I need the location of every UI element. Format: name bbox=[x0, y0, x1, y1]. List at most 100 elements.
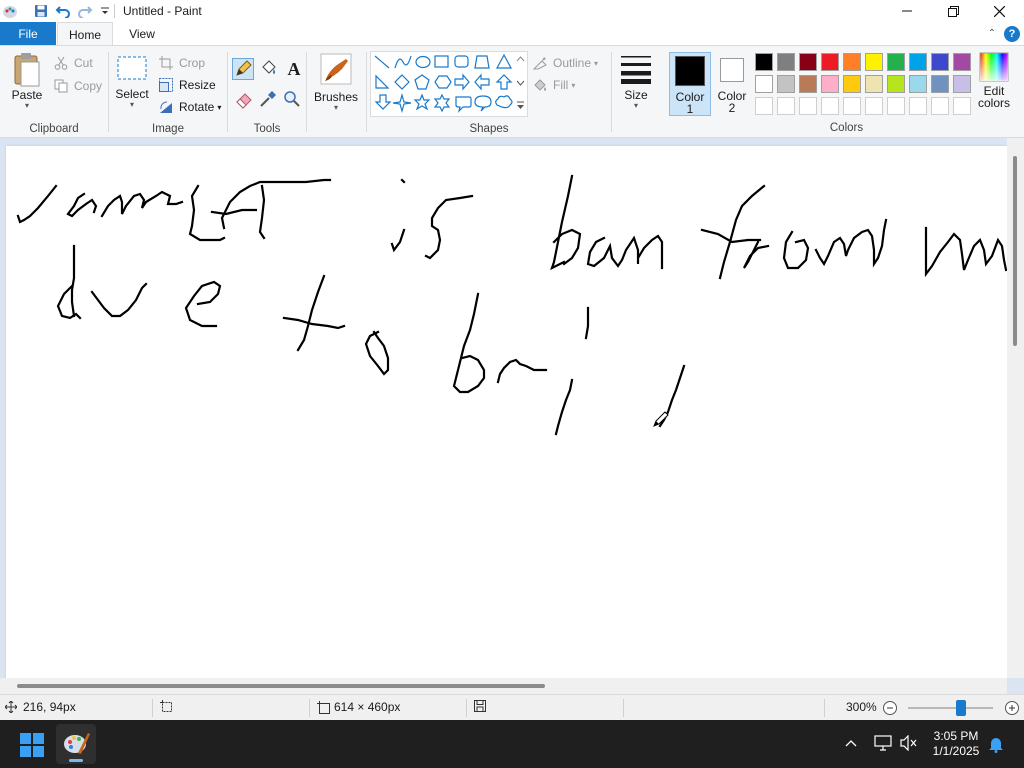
custom-color-slot[interactable] bbox=[843, 97, 861, 115]
color-swatch[interactable] bbox=[931, 53, 949, 71]
outline-button[interactable]: Outline ▾ bbox=[532, 53, 598, 73]
expand-gallery-icon[interactable] bbox=[513, 97, 528, 113]
vertical-scrollbar[interactable] bbox=[1007, 138, 1024, 678]
vertical-scroll-thumb[interactable] bbox=[1013, 156, 1017, 346]
zoom-out-icon bbox=[883, 701, 897, 715]
custom-color-slot[interactable] bbox=[953, 97, 971, 115]
horizontal-scrollbar[interactable] bbox=[0, 678, 1007, 694]
title-divider bbox=[114, 4, 115, 18]
color-swatch[interactable] bbox=[865, 75, 883, 93]
color-swatch[interactable] bbox=[843, 75, 861, 93]
undo-icon[interactable] bbox=[55, 3, 71, 19]
color-swatch[interactable] bbox=[909, 75, 927, 93]
color-swatch[interactable] bbox=[821, 75, 839, 93]
zoom-slider-track[interactable] bbox=[908, 707, 993, 709]
bell-icon bbox=[989, 738, 1003, 753]
show-hidden-icons-button[interactable] bbox=[845, 737, 857, 751]
color-swatch[interactable] bbox=[887, 75, 905, 93]
tab-file[interactable]: File bbox=[0, 22, 56, 46]
hexagon-shape bbox=[434, 75, 452, 89]
shapes-group: Outline ▾ Fill ▾ Shapes bbox=[0, 46, 612, 138]
color-swatch[interactable] bbox=[909, 53, 927, 71]
curve-shape bbox=[394, 55, 412, 69]
six-point-star-shape bbox=[433, 93, 451, 113]
maximize-button[interactable] bbox=[930, 0, 976, 22]
color-spectrum-icon bbox=[979, 52, 1009, 82]
active-app-indicator bbox=[69, 759, 83, 762]
color-swatch[interactable] bbox=[865, 53, 883, 71]
ribbon: Paste ▾ Cut Copy Clipboard Select ▾ Crop… bbox=[0, 45, 1024, 138]
zoom-in-button[interactable] bbox=[1004, 700, 1020, 716]
paint-app-icon bbox=[2, 3, 18, 19]
down-arrow-shape bbox=[374, 94, 392, 110]
custom-color-slot[interactable] bbox=[821, 97, 839, 115]
system-clock[interactable]: 3:05 PM 1/1/2025 bbox=[928, 729, 984, 759]
color-swatch[interactable] bbox=[953, 75, 971, 93]
diamond-shape bbox=[394, 74, 410, 90]
minimize-button[interactable] bbox=[884, 0, 930, 22]
custom-color-slot[interactable] bbox=[909, 97, 927, 115]
color-swatch[interactable] bbox=[799, 53, 817, 71]
left-arrow-shape bbox=[474, 73, 490, 91]
color-swatch[interactable] bbox=[799, 75, 817, 93]
edit-colors-label-2: colors bbox=[977, 96, 1010, 110]
selection-size-icon bbox=[160, 700, 172, 712]
color1-button[interactable]: Color 1 bbox=[669, 52, 711, 116]
redo-icon[interactable] bbox=[77, 3, 93, 19]
ribbon-separator bbox=[611, 52, 612, 132]
edit-colors-button[interactable]: Edit colors bbox=[973, 52, 1015, 118]
status-separator bbox=[152, 699, 153, 717]
custom-color-slot[interactable] bbox=[777, 97, 795, 115]
fill-icon bbox=[532, 77, 548, 93]
start-button[interactable] bbox=[20, 733, 44, 757]
color-swatch[interactable] bbox=[821, 53, 839, 71]
collapse-ribbon-icon[interactable]: ⌃ bbox=[984, 26, 1000, 42]
size-label: Size bbox=[624, 88, 648, 102]
network-button[interactable] bbox=[874, 735, 892, 754]
save-icon[interactable] bbox=[33, 3, 49, 19]
color-swatch[interactable] bbox=[777, 75, 795, 93]
scroll-up-icon[interactable] bbox=[513, 51, 528, 67]
shapes-gallery-scroller[interactable] bbox=[513, 51, 528, 117]
zoom-in-icon bbox=[1005, 701, 1019, 715]
volume-button[interactable] bbox=[900, 734, 918, 754]
taskbar-paint-app[interactable] bbox=[56, 724, 96, 764]
tab-home[interactable]: Home bbox=[57, 22, 113, 46]
help-icon[interactable]: ? bbox=[1004, 26, 1020, 42]
horizontal-scroll-thumb[interactable] bbox=[17, 684, 545, 688]
custom-color-slot[interactable] bbox=[931, 97, 949, 115]
canvas-size-icon bbox=[317, 700, 330, 714]
cursor-position-text: 216, 94px bbox=[23, 700, 76, 714]
zoom-slider-thumb[interactable] bbox=[956, 700, 966, 716]
colors-group-label: Colors bbox=[829, 122, 864, 134]
tab-view[interactable]: View bbox=[114, 22, 170, 46]
close-button[interactable] bbox=[976, 0, 1022, 22]
custom-color-slot[interactable] bbox=[865, 97, 883, 115]
size-button[interactable]: Size ▾ bbox=[614, 52, 658, 118]
clock-date: 1/1/2025 bbox=[932, 744, 980, 758]
notifications-button[interactable] bbox=[988, 735, 1004, 756]
handwriting-drawing bbox=[16, 174, 1008, 436]
customize-quick-access-icon[interactable] bbox=[97, 3, 113, 19]
fill-label: Fill bbox=[553, 78, 569, 92]
color-swatch[interactable] bbox=[931, 75, 949, 93]
custom-color-slot[interactable] bbox=[887, 97, 905, 115]
shapes-gallery[interactable] bbox=[370, 51, 528, 117]
color-swatch[interactable] bbox=[755, 53, 773, 71]
drawing-canvas[interactable] bbox=[6, 146, 1008, 678]
fill-button[interactable]: Fill ▾ bbox=[532, 75, 575, 95]
oval-callout-shape bbox=[474, 95, 492, 112]
status-separator bbox=[623, 699, 624, 717]
five-point-star-shape bbox=[413, 93, 431, 111]
triangle-shape bbox=[495, 53, 513, 69]
color-swatch[interactable] bbox=[887, 53, 905, 71]
color2-button[interactable]: Color 2 bbox=[712, 52, 752, 116]
color-swatch[interactable] bbox=[953, 53, 971, 71]
color-swatch[interactable] bbox=[755, 75, 773, 93]
scroll-down-icon[interactable] bbox=[513, 75, 528, 91]
custom-color-slot[interactable] bbox=[799, 97, 817, 115]
custom-color-slot[interactable] bbox=[755, 97, 773, 115]
zoom-out-button[interactable] bbox=[882, 700, 898, 716]
color-swatch[interactable] bbox=[777, 53, 795, 71]
color-swatch[interactable] bbox=[843, 53, 861, 71]
